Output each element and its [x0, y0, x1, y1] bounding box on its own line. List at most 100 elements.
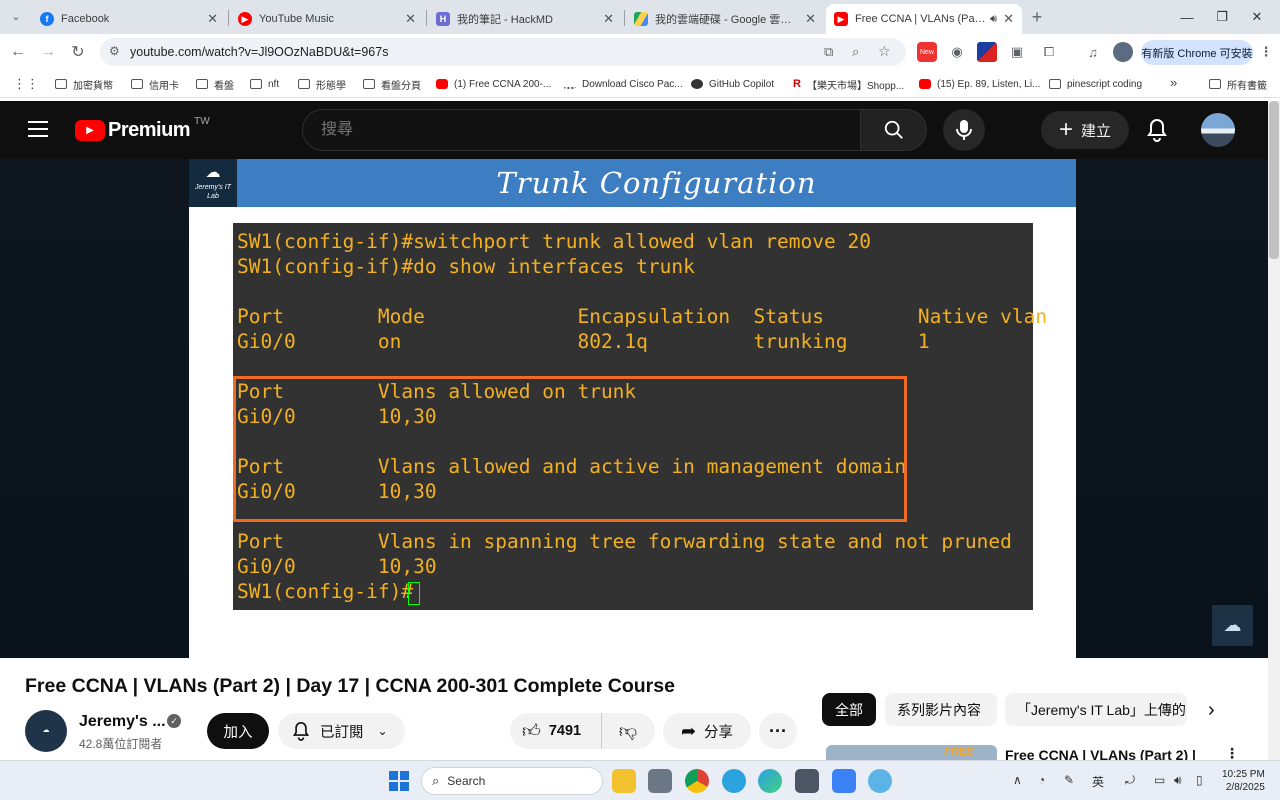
bookmark-item[interactable]: nft: [250, 77, 279, 91]
bookmark-item[interactable]: 看盤分頁: [363, 77, 421, 92]
bookmark-item[interactable]: 形態學: [298, 77, 346, 92]
subscribed-button[interactable]: 已訂閱 ⌄: [278, 713, 405, 749]
address-bar[interactable]: ⚙ youtube.com/watch?v=Jl9OOzNaBDU&t=967s…: [100, 38, 906, 66]
all-bookmarks[interactable]: 所有書籤: [1209, 77, 1267, 92]
next-video-thumbnail[interactable]: FREE: [826, 745, 997, 761]
zoom-icon[interactable]: ⌕: [852, 44, 859, 60]
pen-icon[interactable]: ✎: [1064, 773, 1074, 787]
join-button[interactable]: 加入: [207, 713, 269, 749]
channel-avatar[interactable]: ☁: [25, 710, 67, 752]
extensions-puzzle-icon[interactable]: ⧠: [1039, 42, 1059, 62]
extension-3-icon[interactable]: [977, 42, 997, 62]
channel-watermark-icon[interactable]: ☁: [1212, 605, 1253, 646]
bell-icon: [292, 721, 310, 741]
extension-4-icon[interactable]: ▣: [1007, 42, 1027, 62]
share-button[interactable]: ➦ 分享: [663, 713, 751, 749]
tab-youtube-music[interactable]: ▶ YouTube Music ✕: [230, 4, 424, 34]
ime-label[interactable]: 英: [1092, 773, 1104, 790]
more-actions-button[interactable]: ···: [759, 713, 797, 749]
chrome-menu-icon[interactable]: ⋮: [1256, 42, 1276, 62]
bookmark-item[interactable]: R 【樂天市場】Shopp...: [793, 77, 904, 92]
taskbar-search[interactable]: ⌕ Search: [421, 767, 603, 795]
telegram-icon[interactable]: [722, 769, 746, 793]
close-window-icon[interactable]: ✕: [1242, 6, 1272, 28]
menu-icon[interactable]: [28, 121, 48, 137]
app-globe-icon[interactable]: [868, 769, 892, 793]
bookmark-item[interactable]: (15) Ep. 89, Listen, Li...: [919, 77, 1040, 91]
edge-icon[interactable]: [758, 769, 782, 793]
volume-icon[interactable]: 🔊︎: [1174, 773, 1182, 788]
bookmark-item[interactable]: 看盤: [196, 77, 234, 92]
close-icon[interactable]: ✕: [207, 11, 218, 27]
apps-grid-icon[interactable]: ⋮⋮: [13, 76, 39, 92]
url-text[interactable]: youtube.com/watch?v=Jl9OOzNaBDU&t=967s: [130, 45, 388, 59]
notifications-bell-icon[interactable]: [1146, 118, 1168, 147]
app-icon[interactable]: [648, 769, 672, 793]
chip-channel-uploads[interactable]: 「Jeremy's IT Lab」上傳的: [1005, 693, 1187, 726]
extension-2-icon[interactable]: ◉: [947, 42, 967, 62]
tab-free-ccna[interactable]: ▶ Free CCNA | VLANs (Part 2) 🔊︎ ✕: [826, 4, 1022, 34]
site-info-icon[interactable]: ⚙: [109, 44, 120, 58]
bookmark-star-icon[interactable]: ☆: [878, 43, 891, 60]
tray-overflow-icon[interactable]: ∧: [1013, 773, 1022, 787]
share-label: 分享: [704, 724, 734, 741]
tab-hackmd[interactable]: H 我的筆記 - HackMD ✕: [428, 4, 622, 34]
chevron-right-icon[interactable]: ›: [1208, 699, 1215, 722]
profile-avatar-icon[interactable]: [1113, 42, 1133, 62]
bookmark-item[interactable]: pinescript coding: [1049, 77, 1142, 91]
bookmark-item[interactable]: 信用卡: [131, 77, 179, 92]
tab-facebook[interactable]: f Facebook ✕: [32, 4, 226, 34]
search-input[interactable]: [321, 121, 821, 139]
create-button[interactable]: + 建立: [1041, 111, 1129, 149]
new-tab-icon[interactable]: +: [1025, 5, 1049, 29]
speaker-icon[interactable]: 🔊︎: [990, 13, 997, 26]
file-explorer-icon[interactable]: [612, 769, 636, 793]
close-icon[interactable]: ✕: [603, 11, 614, 27]
battery-icon[interactable]: ▯: [1196, 773, 1203, 787]
bookmark-item[interactable]: 加密貨幣: [55, 77, 113, 92]
channel-name[interactable]: Jeremy's ...: [79, 713, 166, 731]
back-icon[interactable]: ←: [6, 40, 30, 64]
taskbar-clock[interactable]: 10:25 PM 2/8/2025: [1222, 768, 1265, 794]
bookmark-item[interactable]: GitHub Copilot: [691, 77, 774, 91]
chrome-icon[interactable]: [685, 769, 709, 793]
reload-icon[interactable]: ↻: [66, 40, 90, 64]
bookmark-item[interactable]: Download Cisco Pac...: [564, 77, 683, 91]
scrollbar-thumb[interactable]: [1269, 101, 1279, 259]
notepad-icon[interactable]: [832, 769, 856, 793]
chip-all[interactable]: 全部: [822, 693, 876, 726]
windows-start-icon[interactable]: [389, 771, 409, 791]
minimize-icon[interactable]: —: [1172, 6, 1202, 28]
restore-icon[interactable]: ❐: [1207, 6, 1237, 28]
tab-search-icon[interactable]: ⌄: [4, 4, 28, 28]
ime-mode-icon[interactable]: ⤾: [1125, 773, 1135, 788]
like-button[interactable]: 👍︎ 7491: [510, 713, 602, 749]
extension-new-icon[interactable]: New: [917, 42, 937, 62]
dislike-button[interactable]: 👎︎: [602, 713, 654, 749]
bookmark-item[interactable]: (1) Free CCNA 200-...: [436, 77, 551, 91]
search-button[interactable]: [860, 109, 927, 151]
tray-app-icon[interactable]: ◔: [1038, 773, 1045, 787]
close-icon[interactable]: ✕: [405, 11, 416, 27]
calculator-icon[interactable]: [795, 769, 819, 793]
chip-series[interactable]: 系列影片內容: [885, 693, 997, 726]
tab-google-drive[interactable]: 我的雲端硬碟 - Google 雲端硬碟 ✕: [626, 4, 824, 34]
tab-title: Facebook: [61, 13, 110, 25]
tab-title: YouTube Music: [259, 13, 335, 25]
chrome-update-button[interactable]: 有新版 Chrome 可安裝: [1141, 40, 1253, 65]
search-box[interactable]: [302, 109, 861, 151]
facebook-icon: f: [40, 12, 54, 26]
youtube-premium-logo[interactable]: ▶ Premium TW: [75, 116, 210, 142]
media-control-icon[interactable]: ♫: [1083, 42, 1103, 62]
video-player[interactable]: ☁ Jeremy's IT Lab Trunk Configuration SW…: [0, 159, 1268, 658]
network-icon[interactable]: ▭: [1154, 773, 1165, 787]
cast-icon[interactable]: ⧉: [824, 44, 833, 60]
slide-title: Trunk Configuration: [496, 166, 817, 200]
voice-search-button[interactable]: [943, 109, 985, 151]
forward-icon[interactable]: →: [36, 40, 60, 64]
close-icon[interactable]: ✕: [805, 11, 816, 27]
close-icon[interactable]: ✕: [1003, 11, 1014, 27]
microphone-icon: [956, 120, 972, 140]
account-avatar[interactable]: [1201, 113, 1235, 147]
bookmarks-overflow-icon[interactable]: »: [1170, 75, 1177, 90]
